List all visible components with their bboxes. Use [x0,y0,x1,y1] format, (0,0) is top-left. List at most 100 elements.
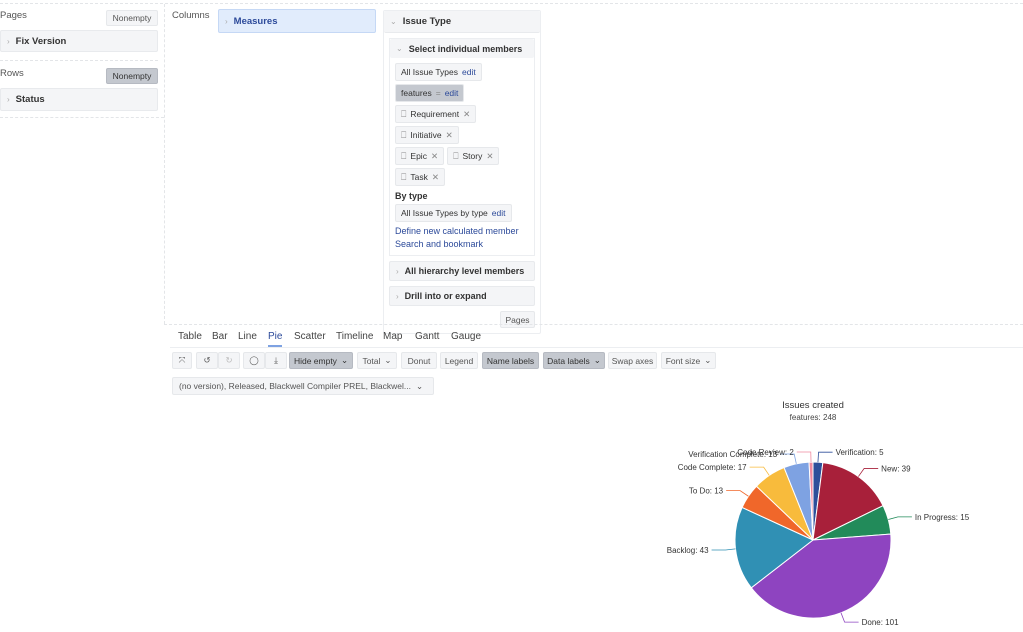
tab-map[interactable]: Map [383,331,402,342]
legend-button[interactable]: Legend [440,352,478,369]
chip-label: Requirement [410,109,460,119]
rows-nonempty-button[interactable]: Nonempty [106,68,158,84]
slice-value: 5 [879,448,884,457]
label-connector [749,466,770,476]
label-connector [858,468,879,477]
tab-line[interactable]: Line [238,331,257,342]
bookmark-icon: ⎕ [401,129,407,140]
redo-icon[interactable]: ↻ [218,352,240,369]
edit-link[interactable]: edit [462,67,476,77]
features-chip[interactable]: features = edit [395,84,465,102]
member-chip[interactable]: ⎕ Task ✕ [395,168,446,186]
label-connector [796,451,812,463]
slice-label: To Do: 13 [689,487,724,496]
member-chip[interactable]: ⎕ Initiative ✕ [395,126,459,144]
total-dropdown[interactable]: Total ⌄ [357,352,397,369]
slice-value: 15 [960,513,969,522]
bookmark-icon: ⎕ [401,108,407,119]
bookmark-icon: ⎕ [401,171,407,182]
button-label: Font size [665,355,701,366]
rows-item-status[interactable]: › Status [0,88,158,111]
label-connector [888,516,912,520]
download-icon[interactable]: ⤓ [265,352,287,369]
member-chip[interactable]: ⎕ Requirement ✕ [395,105,477,123]
name-labels-button[interactable]: Name labels [482,352,539,369]
pages-button[interactable]: Pages [500,311,535,328]
donut-button[interactable]: Donut [401,352,437,369]
chevron-right-icon: › [7,36,10,46]
member-chip[interactable]: ⎕ Story ✕ [447,147,500,165]
all-issue-types-chip[interactable]: All Issue Types edit [395,63,482,81]
swap-axes-button[interactable]: Swap axes [608,352,657,369]
chevron-down-icon: ⌄ [593,355,601,365]
filter-value: (no version), Released, Blackwell Compil… [179,381,411,391]
section-title: Drill into or expand [404,291,487,301]
slice-value: 39 [902,464,911,473]
comment-icon[interactable]: ◯ [243,352,265,369]
chip-label: features [401,88,432,98]
columns-label: Columns [172,10,210,21]
define-calculated-member-link[interactable]: Define new calculated member [395,225,534,238]
edit-link[interactable]: edit [492,208,506,218]
undo-icon[interactable]: ↺ [196,352,218,369]
tab-timeline[interactable]: Timeline [336,331,373,342]
chart-subtitle: features: 248 [790,413,837,422]
divider [164,4,165,324]
chevron-down-icon: ⌄ [396,44,403,53]
fit-icon[interactable]: ⤧ [172,352,192,369]
tab-bar[interactable]: Bar [212,331,228,342]
slice-label: Done: 101 [862,618,899,627]
chevron-right-icon: › [7,95,10,104]
slice-name: Code Review [737,448,785,457]
hide-empty-dropdown[interactable]: Hide empty ⌄ [289,352,353,369]
chevron-right-icon: › [396,266,399,276]
chip-label: All Issue Types [401,67,459,77]
all-issue-types-by-type-chip[interactable]: All Issue Types by type edit [395,204,512,222]
fix-version-filter-dropdown[interactable]: (no version), Released, Blackwell Compil… [172,377,434,395]
slice-name: Backlog [667,546,695,555]
data-labels-dropdown[interactable]: Data labels ⌄ [543,352,605,369]
slice-name: Code Complete [678,463,734,472]
item-label: Fix Version [15,35,67,47]
tab-pie[interactable]: Pie [268,331,283,347]
drill-into-expand-header[interactable]: › Drill into or expand [389,286,535,306]
pie-chart: Issues created features: 248 Verificatio… [667,400,970,627]
remove-icon[interactable]: ✕ [486,151,493,162]
slice-name: In Progress [915,513,956,522]
bookmark-icon: ⎕ [453,150,459,161]
section-title: Select individual members [408,43,523,54]
search-bookmark-link[interactable]: Search and bookmark [395,238,534,251]
label-connector [726,490,749,497]
chevron-down-icon: ⌄ [390,17,397,26]
slice-value: 2 [789,448,794,457]
chip-label: All Issue Types by type [401,208,488,218]
remove-icon[interactable]: ✕ [446,130,453,141]
chevron-down-icon: ⌄ [415,380,424,391]
slice-label: Backlog: 43 [667,546,709,555]
chip-label: Story [462,151,483,161]
pages-label: Pages [0,10,27,21]
slice-value: 13 [714,487,723,496]
tab-gauge[interactable]: Gauge [451,331,481,342]
slice-label: In Progress: 15 [915,513,970,522]
chevron-down-icon: ⌄ [384,355,392,365]
tab-gantt[interactable]: Gantt [415,331,439,342]
tab-table[interactable]: Table [178,331,202,342]
issue-type-header[interactable]: ⌄ Issue Type [384,11,540,33]
remove-icon[interactable]: ✕ [431,151,438,162]
select-individual-members-header[interactable]: ⌄ Select individual members [390,39,534,58]
chevron-down-icon: ⌄ [340,355,349,365]
font-size-dropdown[interactable]: Font size ⌄ [661,352,716,369]
tab-scatter[interactable]: Scatter [294,331,326,342]
slice-label: Code Complete: 17 [678,463,747,472]
member-chip[interactable]: ⎕ Epic ✕ [395,147,445,165]
pages-item-fix-version[interactable]: › Fix Version [0,30,158,52]
remove-icon[interactable]: ✕ [432,172,439,183]
slice-value: 101 [885,618,899,627]
columns-item-measures[interactable]: › Measures [218,9,376,33]
remove-icon[interactable]: ✕ [463,109,470,120]
edit-link[interactable]: edit [445,88,459,98]
label-connector [840,612,859,623]
all-hierarchy-level-members-header[interactable]: › All hierarchy level members [389,261,535,281]
pages-nonempty-button[interactable]: Nonempty [106,10,158,26]
